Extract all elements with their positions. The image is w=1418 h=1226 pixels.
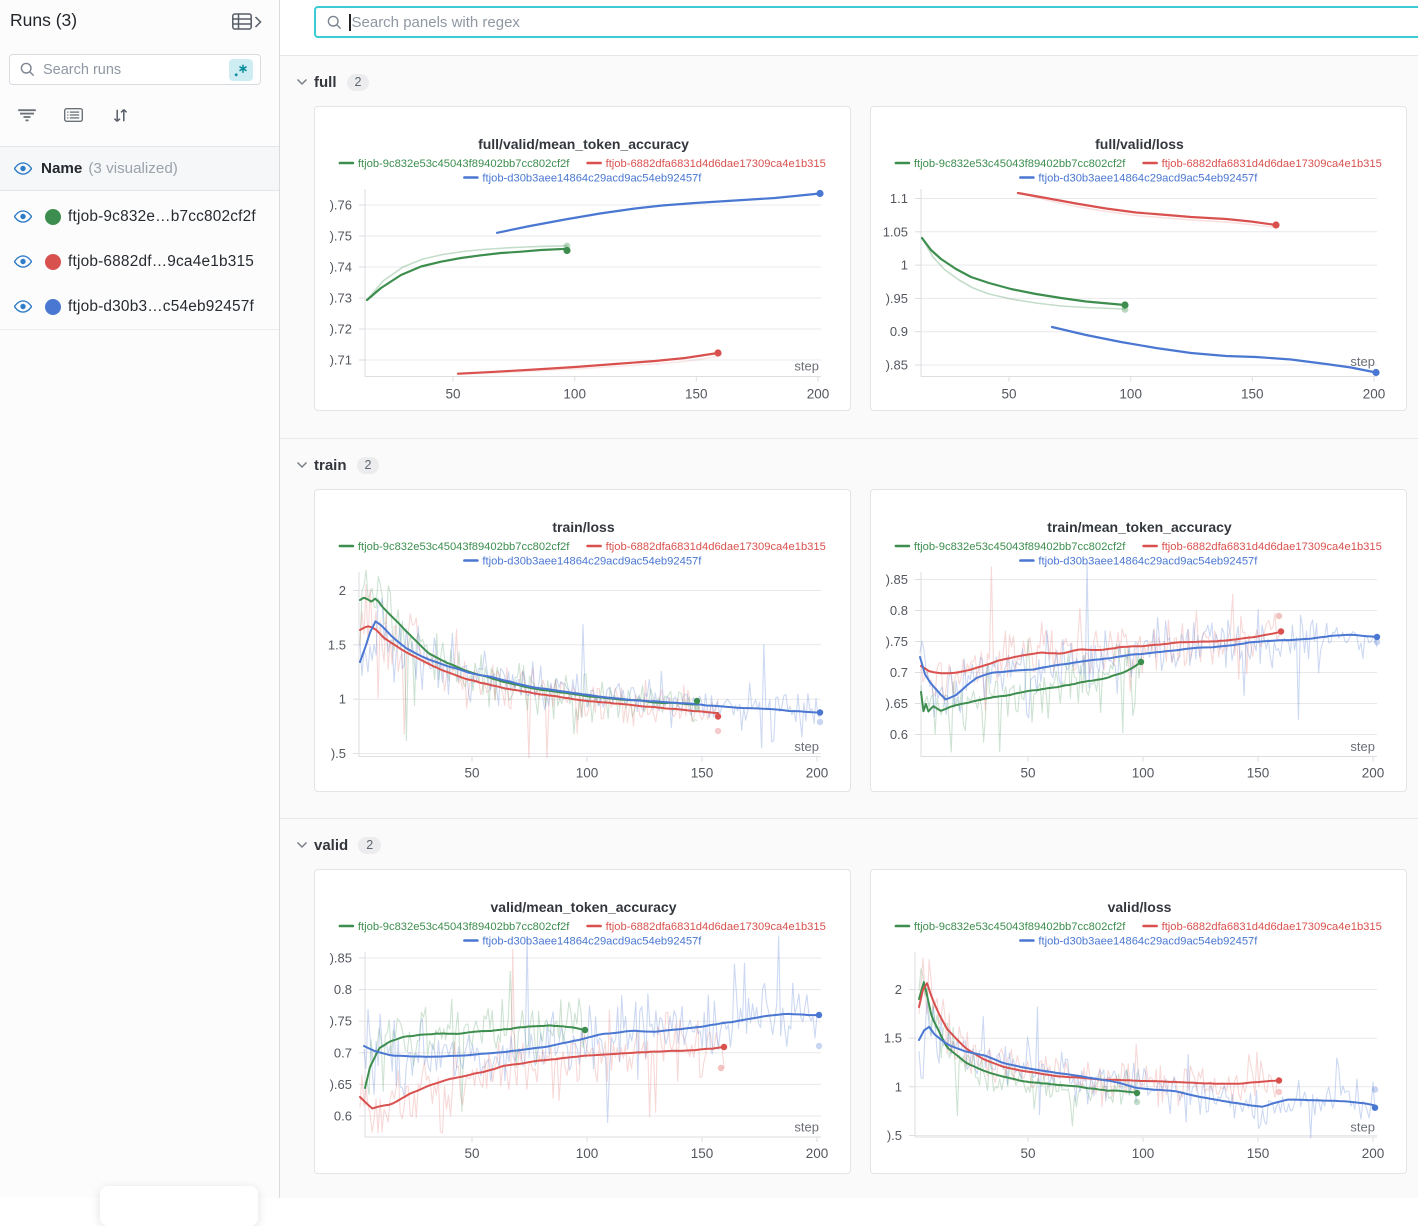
svg-text:).73: ).73 [330, 291, 352, 306]
svg-text:150: 150 [691, 1146, 714, 1161]
svg-text:ftjob-9c832e53c45043f89402bb7c: ftjob-9c832e53c45043f89402bb7cc802cf2f [358, 158, 570, 170]
svg-text:).95: ).95 [886, 291, 908, 306]
svg-text:).75: ).75 [330, 1014, 352, 1029]
svg-text:).65: ).65 [330, 1077, 352, 1092]
svg-text:).74: ).74 [330, 260, 352, 275]
svg-text:200: 200 [1362, 766, 1385, 781]
svg-text:).71: ).71 [330, 353, 352, 368]
svg-text:1.1: 1.1 [890, 191, 908, 206]
svg-text:step: step [1350, 739, 1375, 754]
svg-text:50: 50 [1020, 766, 1035, 781]
svg-text:ftjob-d30b3aee14864c29acd9ac54: ftjob-d30b3aee14864c29acd9ac54eb92457f [482, 173, 702, 185]
svg-text:200: 200 [806, 1146, 829, 1161]
svg-text:ftjob-9c832e53c45043f89402bb7c: ftjob-9c832e53c45043f89402bb7cc802cf2f [914, 921, 1126, 933]
svg-text:ftjob-d30b3aee14864c29acd9ac54: ftjob-d30b3aee14864c29acd9ac54eb92457f [1038, 173, 1258, 185]
svg-text:200: 200 [1363, 387, 1386, 402]
svg-text:150: 150 [1247, 766, 1270, 781]
svg-text:ftjob-d30b3aee14864c29acd9ac54: ftjob-d30b3aee14864c29acd9ac54eb92457f [1038, 936, 1258, 948]
svg-text:150: 150 [691, 766, 714, 781]
svg-text:ftjob-9c832e53c45043f89402bb7c: ftjob-9c832e53c45043f89402bb7cc802cf2f [358, 921, 570, 933]
svg-text:0.9: 0.9 [890, 324, 908, 339]
svg-text:train/mean_token_accuracy: train/mean_token_accuracy [1047, 519, 1232, 535]
svg-text:50: 50 [1020, 1146, 1035, 1161]
svg-text:200: 200 [1362, 1146, 1385, 1161]
svg-text:).85: ).85 [886, 358, 908, 373]
svg-text:ftjob-6882dfa6831d4d6dae17309c: ftjob-6882dfa6831d4d6dae17309ca4e1b315 [606, 158, 826, 170]
svg-text:1.5: 1.5 [328, 637, 346, 652]
svg-text:ftjob-6882dfa6831d4d6dae17309c: ftjob-6882dfa6831d4d6dae17309ca4e1b315 [1162, 158, 1382, 170]
svg-text:0.7: 0.7 [890, 665, 908, 680]
svg-text:50: 50 [464, 766, 479, 781]
svg-text:valid/mean_token_accuracy: valid/mean_token_accuracy [491, 899, 677, 915]
svg-text:100: 100 [563, 387, 586, 402]
svg-text:ftjob-6882dfa6831d4d6dae17309c: ftjob-6882dfa6831d4d6dae17309ca4e1b315 [1162, 541, 1382, 553]
svg-text:full/valid/mean_token_accuracy: full/valid/mean_token_accuracy [478, 136, 689, 152]
svg-text:).76: ).76 [330, 198, 352, 213]
svg-text:train/loss: train/loss [552, 519, 614, 535]
svg-text:0.8: 0.8 [890, 603, 908, 618]
svg-text:).5: ).5 [887, 1128, 902, 1143]
svg-text:ftjob-d30b3aee14864c29acd9ac54: ftjob-d30b3aee14864c29acd9ac54eb92457f [1038, 556, 1258, 568]
svg-text:).72: ).72 [330, 322, 352, 337]
svg-text:).65: ).65 [886, 696, 908, 711]
svg-text:valid/loss: valid/loss [1108, 899, 1172, 915]
svg-text:ftjob-9c832e53c45043f89402bb7c: ftjob-9c832e53c45043f89402bb7cc802cf2f [914, 541, 1126, 553]
svg-text:step: step [1350, 1120, 1375, 1135]
svg-text:1: 1 [901, 258, 908, 273]
svg-text:100: 100 [1132, 1146, 1155, 1161]
svg-text:step: step [794, 359, 819, 374]
svg-text:ftjob-6882dfa6831d4d6dae17309c: ftjob-6882dfa6831d4d6dae17309ca4e1b315 [606, 921, 826, 933]
svg-text:).75: ).75 [330, 229, 352, 244]
svg-text:ftjob-d30b3aee14864c29acd9ac54: ftjob-d30b3aee14864c29acd9ac54eb92457f [482, 556, 702, 568]
svg-text:2: 2 [895, 982, 902, 997]
svg-text:200: 200 [807, 387, 830, 402]
svg-text:1: 1 [339, 692, 346, 707]
svg-text:100: 100 [576, 766, 599, 781]
svg-text:).85: ).85 [330, 951, 352, 966]
svg-text:ftjob-6882dfa6831d4d6dae17309c: ftjob-6882dfa6831d4d6dae17309ca4e1b315 [606, 541, 826, 553]
svg-text:150: 150 [685, 387, 708, 402]
svg-text:0.7: 0.7 [334, 1045, 352, 1060]
svg-text:full/valid/loss: full/valid/loss [1095, 136, 1184, 152]
svg-text:).85: ).85 [886, 572, 908, 587]
svg-text:50: 50 [464, 1146, 479, 1161]
svg-text:2: 2 [339, 583, 346, 598]
svg-text:).75: ).75 [886, 634, 908, 649]
svg-text:150: 150 [1241, 387, 1264, 402]
svg-text:1.5: 1.5 [884, 1031, 902, 1046]
svg-text:step: step [1350, 354, 1375, 369]
svg-text:150: 150 [1247, 1146, 1270, 1161]
svg-text:100: 100 [1119, 387, 1142, 402]
svg-text:ftjob-9c832e53c45043f89402bb7c: ftjob-9c832e53c45043f89402bb7cc802cf2f [358, 541, 570, 553]
svg-text:0.6: 0.6 [334, 1109, 352, 1124]
svg-text:50: 50 [1001, 387, 1016, 402]
svg-text:ftjob-9c832e53c45043f89402bb7c: ftjob-9c832e53c45043f89402bb7cc802cf2f [914, 158, 1126, 170]
svg-text:0.6: 0.6 [890, 727, 908, 742]
svg-text:ftjob-6882dfa6831d4d6dae17309c: ftjob-6882dfa6831d4d6dae17309ca4e1b315 [1162, 921, 1382, 933]
svg-text:step: step [794, 1120, 819, 1135]
svg-text:1.05: 1.05 [883, 224, 908, 239]
svg-text:100: 100 [1132, 766, 1155, 781]
svg-text:1: 1 [895, 1079, 902, 1094]
svg-text:ftjob-d30b3aee14864c29acd9ac54: ftjob-d30b3aee14864c29acd9ac54eb92457f [482, 936, 702, 948]
svg-text:).5: ).5 [331, 746, 346, 761]
svg-text:0.8: 0.8 [334, 982, 352, 997]
svg-text:100: 100 [576, 1146, 599, 1161]
svg-text:50: 50 [445, 387, 460, 402]
svg-text:step: step [794, 739, 819, 754]
svg-text:200: 200 [806, 766, 829, 781]
